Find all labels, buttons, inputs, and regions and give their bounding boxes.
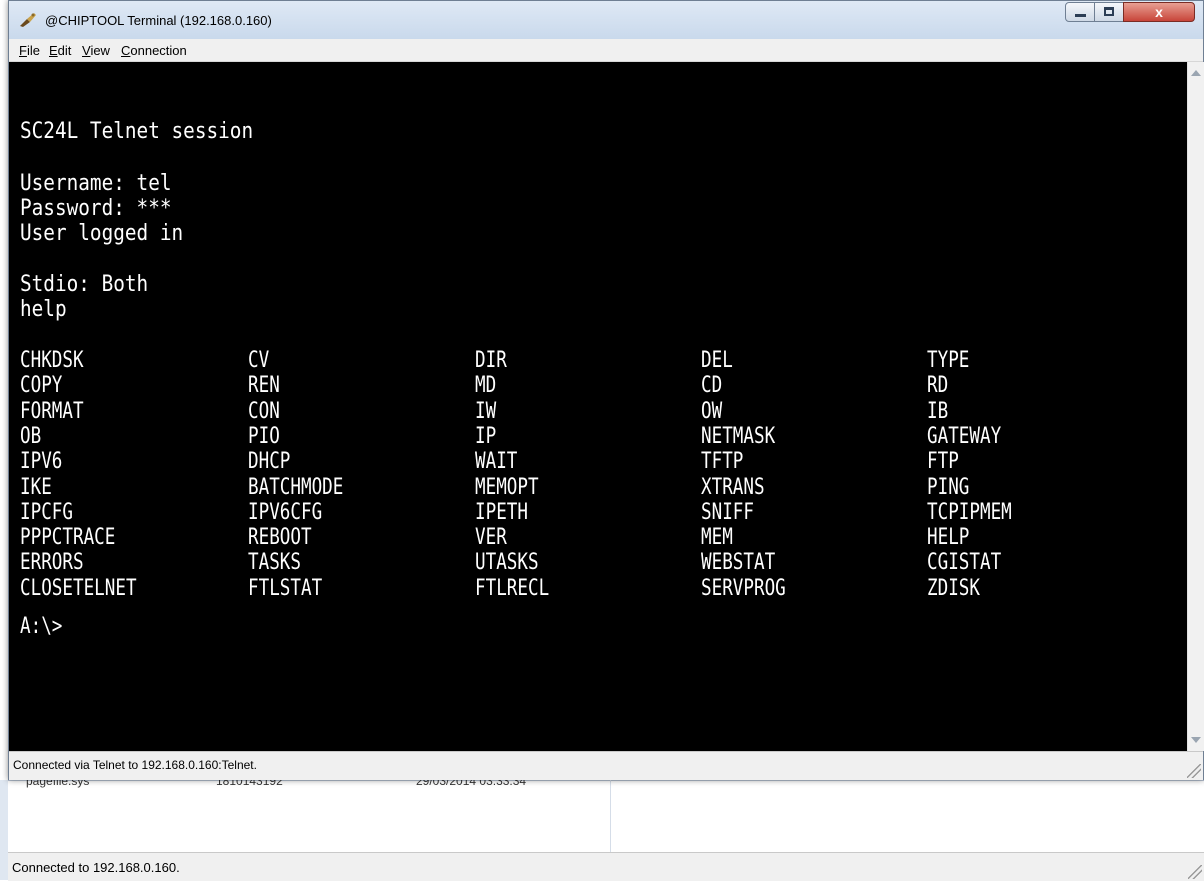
help-command: IPETH: [475, 499, 528, 525]
help-command: CHKDSK: [20, 348, 84, 373]
help-command: ZDISK: [927, 575, 980, 601]
help-command: DEL: [701, 348, 733, 373]
terminal-line: Password: ***: [20, 196, 172, 221]
help-command: IPV6: [20, 449, 63, 475]
help-command: IPV6CFG: [248, 499, 323, 525]
terminal-line: User logged in: [20, 221, 184, 246]
help-command: MEMOPT: [475, 474, 539, 500]
menu-view[interactable]: View: [82, 43, 110, 58]
help-command: REN: [248, 373, 280, 399]
terminal-status-text: Connected via Telnet to 192.168.0.160:Te…: [13, 758, 257, 772]
close-button[interactable]: x: [1123, 2, 1195, 22]
help-command: COPY: [20, 373, 63, 399]
help-command: UTASKS: [475, 550, 539, 576]
minimize-button[interactable]: [1065, 2, 1095, 22]
help-command: VER: [475, 525, 507, 551]
help-command: OW: [701, 398, 723, 424]
background-status-text: Connected to 192.168.0.160.: [12, 860, 180, 875]
help-command: CON: [248, 398, 280, 424]
terminal-status-bar: Connected via Telnet to 192.168.0.160:Te…: [9, 751, 1203, 780]
background-file-list: [8, 780, 1204, 853]
help-command: CV: [248, 348, 270, 373]
help-command: MEM: [701, 525, 733, 551]
title-bar[interactable]: @CHIPTOOL Terminal (192.168.0.160) x: [9, 1, 1203, 39]
help-command: REBOOT: [248, 525, 312, 551]
resize-grip-icon[interactable]: [1187, 764, 1201, 778]
menu-connection[interactable]: Connection: [121, 43, 187, 58]
help-command: CLOSETELNET: [20, 575, 137, 601]
help-command: IKE: [20, 474, 52, 500]
help-command: TASKS: [248, 550, 301, 576]
help-command: IPCFG: [20, 499, 73, 525]
background-column-divider: [610, 780, 611, 852]
help-command: CGISTAT: [927, 550, 1002, 576]
help-command: HELP: [927, 525, 970, 551]
help-command: BATCHMODE: [248, 474, 344, 500]
help-command: FTLRECL: [475, 575, 550, 601]
help-command: GATEWAY: [927, 423, 1002, 449]
help-command: FTLSTAT: [248, 575, 323, 601]
help-command: TYPE: [927, 348, 970, 373]
help-command: FORMAT: [20, 398, 84, 424]
help-command: RD: [927, 373, 949, 399]
window-title: @CHIPTOOL Terminal (192.168.0.160): [45, 13, 272, 28]
help-command: DIR: [475, 348, 507, 373]
menu-file[interactable]: File: [19, 43, 40, 58]
close-icon: x: [1155, 4, 1163, 20]
help-command: TCPIPMEM: [927, 499, 1012, 525]
terminal-window: @CHIPTOOL Terminal (192.168.0.160) x Fil…: [8, 0, 1204, 780]
help-command: PPPCTRACE: [20, 525, 116, 551]
menu-edit[interactable]: Edit: [49, 43, 71, 58]
help-command: WAIT: [475, 449, 518, 475]
terminal-line: Stdio: Both: [20, 272, 149, 297]
terminal-line: help: [20, 297, 67, 322]
terminal-output[interactable]: SC24L Telnet session Username: tel Passw…: [9, 62, 1187, 751]
help-command: IW: [475, 398, 497, 424]
help-command: CD: [701, 373, 723, 399]
help-command: PIO: [248, 423, 280, 449]
help-command: IB: [927, 398, 949, 424]
terminal-prompt[interactable]: A:\>: [20, 616, 62, 638]
help-command: OB: [20, 423, 42, 449]
help-command: TFTP: [701, 449, 744, 475]
help-command: IP: [475, 423, 497, 449]
terminal-line: SC24L Telnet session: [20, 119, 254, 144]
help-command: XTRANS: [701, 474, 765, 500]
resize-grip-icon[interactable]: [1188, 865, 1202, 879]
help-command: WEBSTAT: [701, 550, 776, 576]
help-command: DHCP: [248, 449, 291, 475]
help-command: FTP: [927, 449, 959, 475]
help-command: PING: [927, 474, 970, 500]
background-status-bar: Connected to 192.168.0.160.: [8, 852, 1204, 881]
app-icon: [20, 13, 36, 27]
maximize-icon: [1104, 7, 1114, 16]
help-command: MD: [475, 373, 497, 399]
help-command: SERVPROG: [701, 575, 786, 601]
scroll-up-icon[interactable]: [1191, 70, 1201, 76]
scroll-down-icon[interactable]: [1191, 737, 1201, 743]
minimize-icon: [1075, 14, 1086, 17]
menu-bar: File Edit View Connection: [9, 39, 1203, 62]
help-command: SNIFF: [701, 499, 754, 525]
maximize-button[interactable]: [1094, 2, 1124, 22]
vertical-scrollbar[interactable]: [1187, 62, 1204, 751]
help-command: NETMASK: [701, 423, 776, 449]
terminal-line: Username: tel: [20, 171, 172, 196]
help-command: ERRORS: [20, 550, 84, 576]
